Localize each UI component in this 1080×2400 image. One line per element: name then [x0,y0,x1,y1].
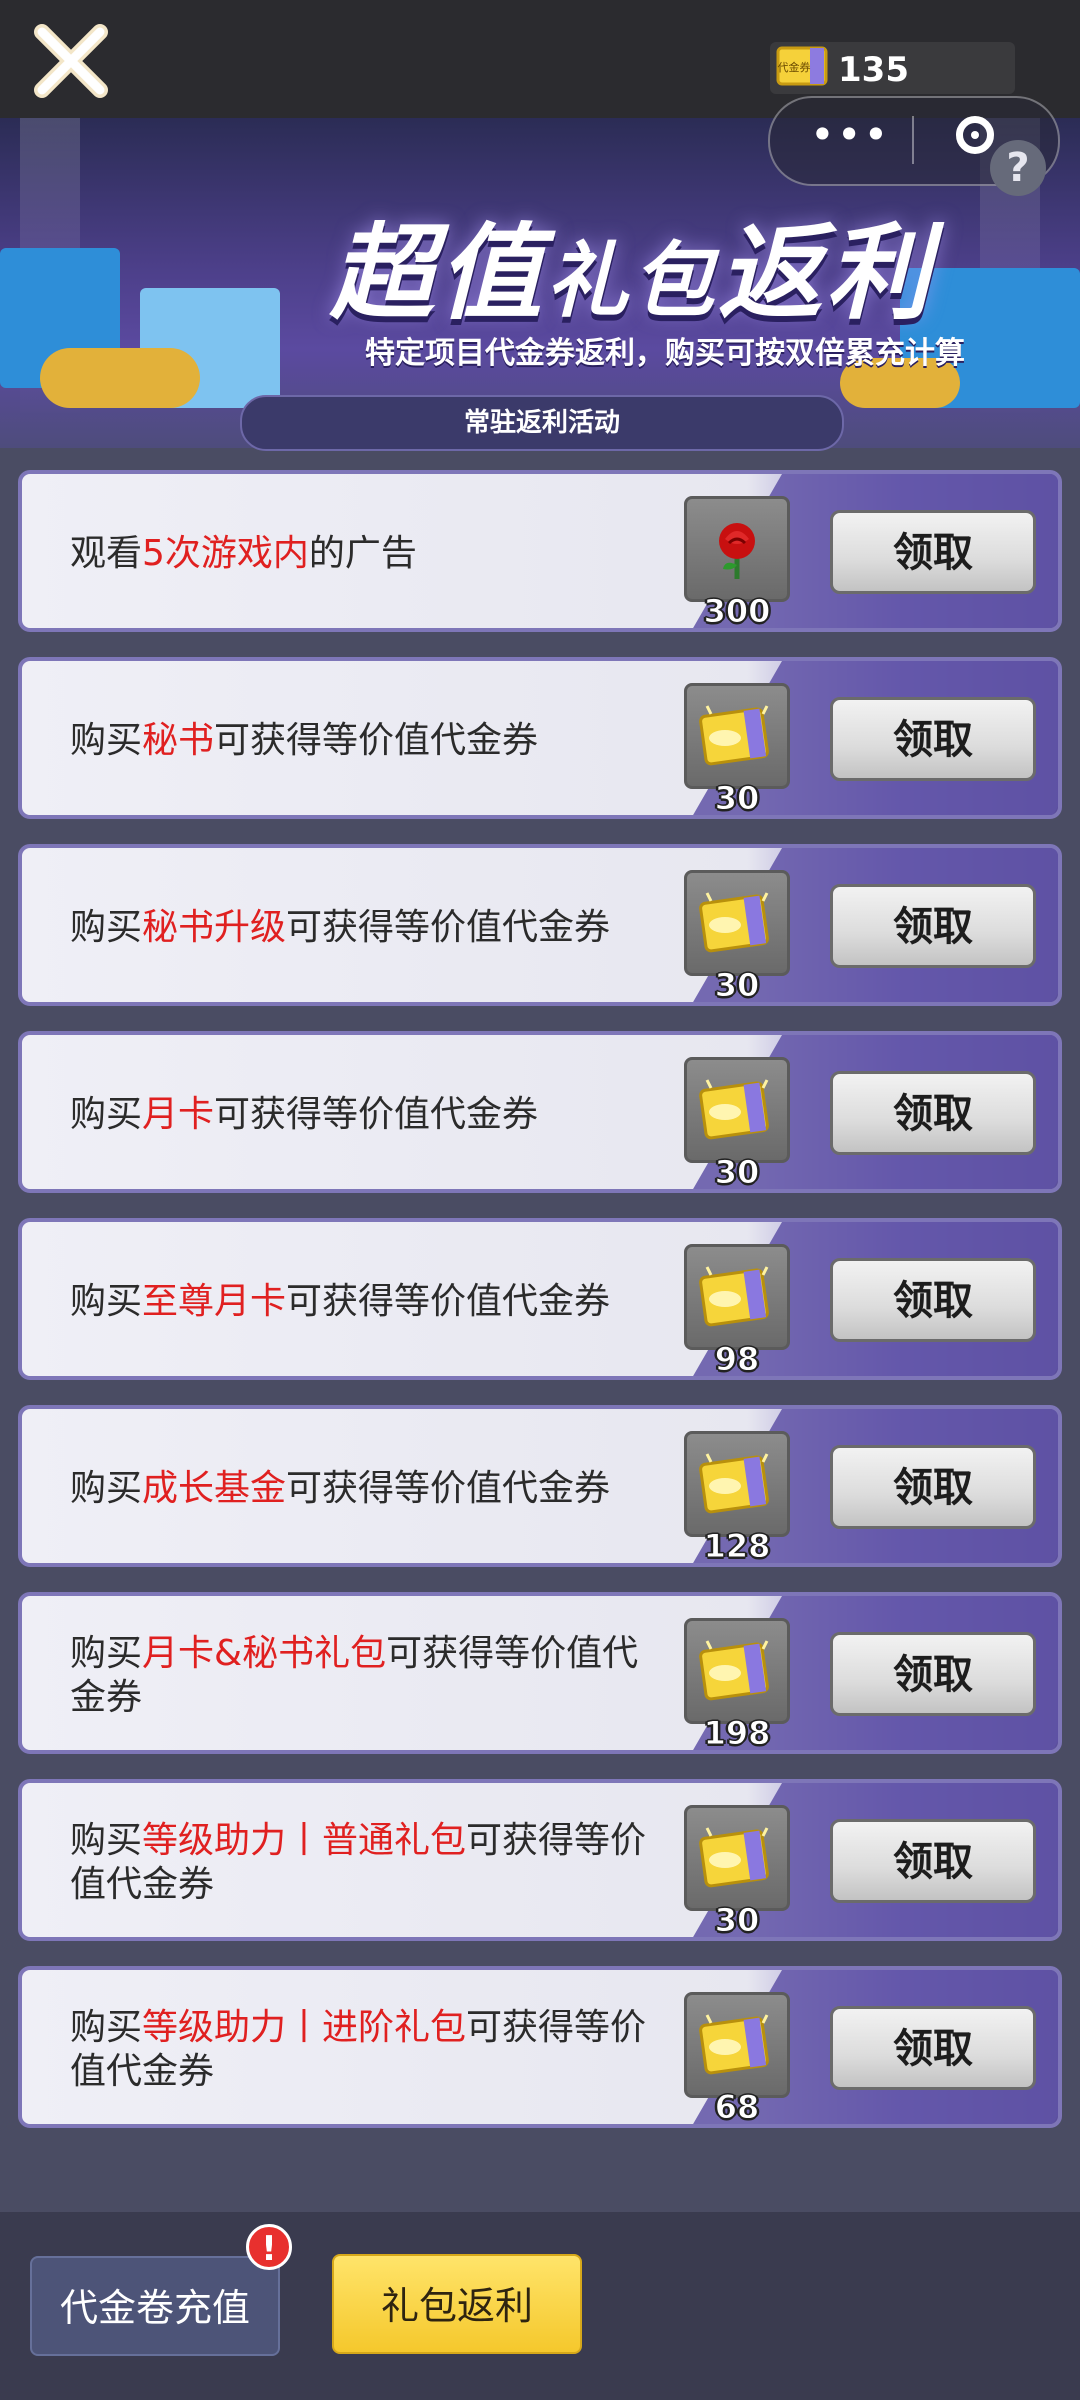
more-icon[interactable]: ••• [810,110,890,159]
voucher-icon [699,892,769,953]
claim-button[interactable]: 领取 [830,1819,1036,1903]
reward-slot [684,496,790,602]
desc-text: 可获得等价值代金券 [286,1468,611,1509]
voucher-icon [699,1827,769,1888]
voucher-balance: 代金券 135 [770,42,1015,94]
reward-count: 30 [714,966,760,1004]
list-item: 购买月卡可获得等价值代金券 30 领取 [18,1031,1062,1193]
claim-button[interactable]: 领取 [830,2006,1036,2090]
list-item: 购买等级助力丨普通礼包可获得等价值代金券 30 领取 [18,1779,1062,1941]
list-item: 购买秘书升级可获得等价值代金券 30 领取 [18,844,1062,1006]
rebate-description: 购买成长基金可获得等价值代金券 [70,1467,670,1511]
desc-highlight: 5次游戏内 [142,533,309,574]
svg-text:代金券: 代金券 [778,60,811,74]
desc-text: 可获得等价值代金券 [286,907,611,948]
claim-button[interactable]: 领取 [830,1258,1036,1342]
desc-highlight: 月卡&秘书礼包 [142,1633,387,1674]
reward-count: 198 [703,1714,771,1752]
voucher-icon [699,705,769,766]
close-icon[interactable] [32,22,110,100]
rebate-description: 观看5次游戏内的广告 [70,532,670,576]
reward-count: 68 [714,2088,760,2126]
reward-slot [684,870,790,976]
reward-slot [684,1057,790,1163]
voucher-icon [699,1266,769,1327]
claim-button[interactable]: 领取 [830,1071,1036,1155]
desc-highlight: 秘书升级 [142,907,287,948]
desc-text: 购买 [70,1281,143,1322]
bottom-nav: 代金卷充值 ! 礼包返利 [0,2212,1080,2400]
tab-permanent-rebate[interactable]: 常驻返利活动 [240,395,844,451]
reward-count: 30 [714,1901,760,1939]
reward-slot [684,1244,790,1350]
gift-rebate-tab[interactable]: 礼包返利 [332,2254,582,2354]
banner-subtitle: 特定项目代金券返利，购买可按双倍累充计算 [365,336,965,371]
alert-badge-icon: ! [246,2224,292,2270]
voucher-icon [699,1453,769,1514]
list-item: 购买秘书可获得等价值代金券 30 领取 [18,657,1062,819]
banner-title: 超值礼包返利 [330,212,935,334]
list-item: 观看5次游戏内的广告 300 领取 [18,470,1062,632]
claim-button[interactable]: 领取 [830,1632,1036,1716]
voucher-icon [699,2014,769,2075]
claim-button[interactable]: 领取 [830,884,1036,968]
desc-highlight: 秘书 [142,720,215,761]
desc-text: 购买 [70,907,143,948]
rebate-description: 购买至尊月卡可获得等价值代金券 [70,1280,670,1324]
reward-count: 300 [703,592,771,630]
list-item: 购买月卡&秘书礼包可获得等价值代金券 198 领取 [18,1592,1062,1754]
desc-text: 购买 [70,2007,143,2048]
desc-highlight: 成长基金 [142,1468,287,1509]
exit-target-icon[interactable] [956,116,994,154]
list-item: 购买等级助力丨进阶礼包可获得等价值代金券 68 领取 [18,1966,1062,2128]
claim-button[interactable]: 领取 [830,1445,1036,1529]
desc-highlight: 等级助力丨进阶礼包 [142,2007,467,2048]
desc-text: 观看 [70,533,143,574]
reward-slot [684,1992,790,2098]
reward-count: 30 [714,779,760,817]
rebate-description: 购买秘书升级可获得等价值代金券 [70,906,670,950]
desc-text: 购买 [70,1633,143,1674]
voucher-recharge-tab[interactable]: 代金卷充值 [30,2256,280,2356]
reward-slot [684,1618,790,1724]
desc-text: 可获得等价值代金券 [214,720,539,761]
desc-highlight: 等级助力丨普通礼包 [142,1820,467,1861]
gold-coins-decoration [40,348,200,408]
desc-highlight: 至尊月卡 [142,1281,287,1322]
rebate-description: 购买月卡&秘书礼包可获得等价值代金券 [70,1632,670,1720]
voucher-count: 135 [838,50,909,90]
rebate-description: 购买秘书可获得等价值代金券 [70,719,670,763]
desc-text: 的广告 [308,533,417,574]
voucher-ticket-icon: 代金券 [776,46,828,86]
desc-text: 购买 [70,720,143,761]
claim-button[interactable]: 领取 [830,510,1036,594]
reward-count: 98 [714,1340,760,1378]
voucher-icon [699,1079,769,1140]
desc-text: 可获得等价值代金券 [286,1281,611,1322]
desc-text: 购买 [70,1094,143,1135]
desc-text: 购买 [70,1820,143,1861]
rebate-description: 购买等级助力丨普通礼包可获得等价值代金券 [70,1819,670,1907]
help-icon[interactable]: ? [990,140,1046,196]
reward-count: 128 [703,1527,771,1565]
desc-text: 可获得等价值代金券 [214,1094,539,1135]
reward-slot [684,683,790,789]
reward-count: 30 [714,1153,760,1191]
desc-highlight: 月卡 [142,1094,215,1135]
rose-icon [719,523,755,579]
reward-slot [684,1805,790,1911]
list-item: 购买至尊月卡可获得等价值代金券 98 领取 [18,1218,1062,1380]
rebate-description: 购买月卡可获得等价值代金券 [70,1093,670,1137]
reward-slot [684,1431,790,1537]
voucher-icon [699,1640,769,1701]
desc-text: 购买 [70,1468,143,1509]
rebate-description: 购买等级助力丨进阶礼包可获得等价值代金券 [70,2006,670,2094]
claim-button[interactable]: 领取 [830,697,1036,781]
list-item: 购买成长基金可获得等价值代金券 128 领取 [18,1405,1062,1567]
capsule-divider [912,116,914,164]
